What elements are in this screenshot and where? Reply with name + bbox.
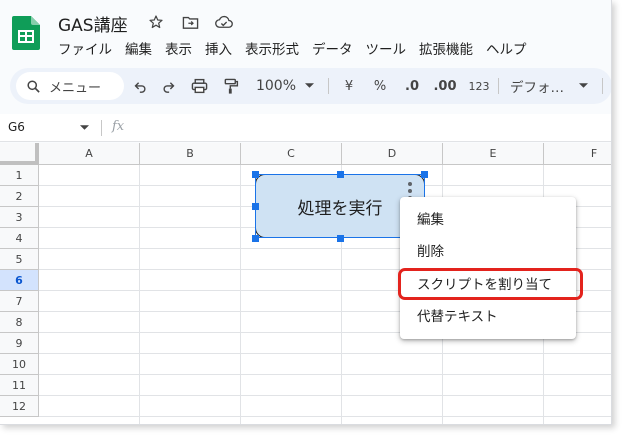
toolbar-divider xyxy=(328,78,329,94)
star-icon[interactable] xyxy=(146,12,166,32)
search-menus-label: メニュー xyxy=(49,80,102,96)
select-all-corner[interactable] xyxy=(0,143,39,165)
google-sheets-logo[interactable] xyxy=(12,16,40,50)
paint-format-icon xyxy=(224,78,239,94)
zoom-dropdown[interactable] xyxy=(302,76,316,96)
font-dropdown[interactable] xyxy=(576,76,590,96)
row-header-7[interactable]: 7 xyxy=(0,291,39,312)
toolbar: メニュー 100% ¥ % .0 .00 123 デフォ… xyxy=(10,68,611,104)
drawing-label: 処理を実行 xyxy=(297,198,383,219)
name-box[interactable]: G6 xyxy=(8,120,25,134)
document-title[interactable]: GAS講座 xyxy=(58,11,128,36)
menu-insert[interactable]: 挿入 xyxy=(205,38,232,58)
chevron-down-icon[interactable] xyxy=(80,125,89,131)
column-header-f[interactable]: F xyxy=(544,143,611,165)
row-header-9[interactable]: 9 xyxy=(0,333,39,354)
paint-format-button[interactable] xyxy=(220,76,242,96)
fx-icon: fx xyxy=(112,119,125,134)
row-header-10[interactable]: 10 xyxy=(0,354,39,375)
increase-decimal-button[interactable]: .00 xyxy=(432,76,458,96)
resize-handle[interactable] xyxy=(252,171,259,178)
redo-icon xyxy=(163,81,174,93)
row-header-3[interactable]: 3 xyxy=(0,207,39,228)
row-header-5[interactable]: 5 xyxy=(0,249,39,270)
row-header-2[interactable]: 2 xyxy=(0,186,39,207)
decrease-decimal-button[interactable]: .0 xyxy=(402,76,422,96)
column-gridline xyxy=(240,165,241,424)
column-header-c[interactable]: C xyxy=(241,143,342,165)
menu-format[interactable]: 表示形式 xyxy=(245,38,299,58)
undo-button[interactable] xyxy=(130,76,150,96)
percent-format-button[interactable]: % xyxy=(370,76,390,96)
formula-bar: G6 fx xyxy=(0,114,611,142)
column-header-e[interactable]: E xyxy=(443,143,544,165)
row-gridline xyxy=(39,416,611,417)
row-header-8[interactable]: 8 xyxy=(0,312,39,333)
print-button[interactable] xyxy=(188,76,210,96)
toolbar-divider xyxy=(498,78,499,94)
column-header-a[interactable]: A xyxy=(39,143,140,165)
resize-handle[interactable] xyxy=(252,235,259,242)
chevron-down-icon xyxy=(578,83,588,88)
row-header-4[interactable]: 4 xyxy=(0,228,39,249)
resize-handle[interactable] xyxy=(337,235,344,242)
menu-file[interactable]: ファイル xyxy=(58,38,112,58)
menu-edit[interactable]: 編集 xyxy=(125,38,152,58)
menu-data[interactable]: データ xyxy=(312,38,353,58)
undo-icon xyxy=(134,81,145,93)
menu-help[interactable]: ヘルプ xyxy=(486,38,527,58)
row-header-11[interactable]: 11 xyxy=(0,375,39,396)
row-gridline xyxy=(39,395,611,396)
column-header-b[interactable]: B xyxy=(140,143,241,165)
highlight-annotation xyxy=(398,268,583,300)
resize-handle[interactable] xyxy=(337,171,344,178)
menu-item-edit[interactable]: 編集 xyxy=(400,203,576,233)
cloud-status-icon[interactable] xyxy=(214,12,234,32)
move-to-folder-icon[interactable] xyxy=(180,12,200,32)
zoom-value[interactable]: 100% xyxy=(254,76,298,96)
search-menus-button[interactable]: メニュー xyxy=(16,72,124,100)
redo-button[interactable] xyxy=(158,76,178,96)
row-header-1[interactable]: 1 xyxy=(0,165,39,186)
search-icon xyxy=(27,79,40,93)
print-icon xyxy=(191,78,207,94)
menu-item-delete[interactable]: 削除 xyxy=(400,235,576,265)
spreadsheet-window: GAS講座 ファイル 編集 表示 挿入 表示形式 データ ツール 拡張機能 ヘル… xyxy=(0,0,612,425)
row-gridline xyxy=(39,353,611,354)
row-header-12[interactable]: 12 xyxy=(0,396,39,417)
resize-handle[interactable] xyxy=(421,171,428,178)
menu-tools[interactable]: ツール xyxy=(366,38,407,58)
resize-handle[interactable] xyxy=(252,203,259,210)
menu-item-alt-text[interactable]: 代替テキスト xyxy=(400,300,576,330)
row-header-6[interactable]: 6 xyxy=(0,270,39,291)
row-gridline xyxy=(39,374,611,375)
number-format-button[interactable]: 123 xyxy=(466,76,492,96)
column-header-d[interactable]: D xyxy=(342,143,443,165)
menu-bar: ファイル 編集 表示 挿入 表示形式 データ ツール 拡張機能 ヘルプ xyxy=(58,38,527,58)
toolbar-divider xyxy=(602,78,603,94)
menu-extensions[interactable]: 拡張機能 xyxy=(419,38,473,58)
formula-divider xyxy=(101,120,102,136)
column-gridline xyxy=(139,165,140,424)
font-selector[interactable]: デフォ… xyxy=(510,76,572,96)
chevron-down-icon xyxy=(304,83,314,88)
currency-format-button[interactable]: ¥ xyxy=(340,76,358,96)
menu-view[interactable]: 表示 xyxy=(165,38,192,58)
